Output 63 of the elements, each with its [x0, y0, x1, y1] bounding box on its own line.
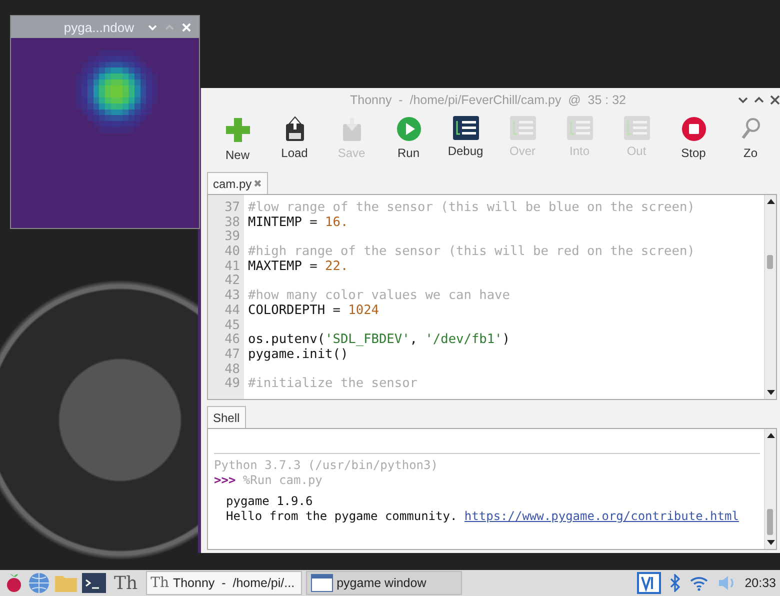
terminal-icon[interactable] — [82, 573, 106, 593]
banner-text: Python 3.7.3 (/usr/bin/python3) — [214, 458, 438, 472]
line-number: 41 — [224, 260, 241, 274]
line-number: 47 — [224, 348, 241, 363]
list-icon — [510, 116, 536, 140]
code-editor[interactable] — [207, 194, 777, 400]
stop-icon — [680, 116, 706, 142]
code-line: #high range of the sensor (this will be red on the screen) — [248, 245, 696, 260]
line-number: 40 — [224, 245, 241, 260]
thonny-launcher[interactable]: Th — [110, 572, 142, 594]
debug-button[interactable]: Debug — [437, 112, 494, 158]
new-button[interactable]: New — [209, 112, 266, 162]
line-number: 48 — [224, 362, 241, 378]
code-line: #low range of the sensor (this will be blue on the screen) — [248, 201, 696, 216]
load-button[interactable]: Load — [266, 112, 323, 160]
shell-output: pygame 1.9.6 — [226, 494, 313, 508]
list-icon — [624, 116, 650, 140]
raspberry-icon[interactable] — [4, 572, 24, 594]
wifi-icon[interactable] — [688, 575, 709, 591]
line-number: 49 — [224, 377, 241, 392]
line-number: 42 — [224, 274, 241, 290]
code-line: MAXTEMP = 22. — [248, 260, 350, 274]
shell-tab[interactable]: Shell — [207, 406, 246, 428]
bluetooth-icon[interactable] — [668, 574, 681, 592]
line-number: 44 — [224, 304, 241, 318]
stop-button[interactable]: Stop — [665, 112, 722, 160]
scrollbar[interactable] — [764, 429, 776, 549]
list-icon — [566, 116, 592, 140]
play-icon — [396, 116, 422, 142]
line-number: 39 — [224, 230, 241, 246]
shell-command: %Run cam.py — [242, 473, 322, 487]
shell-prompt: >>> — [214, 473, 236, 487]
globe-icon[interactable] — [28, 572, 50, 594]
magnifier-icon — [740, 116, 760, 142]
line-number: 38 — [224, 216, 241, 230]
vnc-icon[interactable] — [636, 572, 661, 594]
floppy-disk-icon — [284, 116, 306, 142]
line-number: 43 — [224, 289, 241, 304]
clock: 20:33 — [744, 576, 776, 590]
line-number: 37 — [224, 201, 241, 216]
code-line: os.putenv('SDL_FBDEV', '/dev/fb1') — [248, 333, 511, 348]
code-line: COLORDEPTH = 1024 — [248, 304, 380, 318]
url-link[interactable]: https://www.pygame.org/contribute.html — [464, 509, 739, 523]
window-title: pyga...ndow — [64, 20, 134, 34]
list-icon — [452, 116, 478, 140]
window-title: Thonny - /home/pi/FeverChill/cam.py @ 35 : 32 — [349, 93, 627, 107]
line-number: 46 — [224, 333, 241, 348]
shell-output: Hello from the pygame community. — [226, 509, 458, 523]
zoom-button[interactable]: Zo — [722, 112, 779, 160]
taskbar-task[interactable]: Th Thonny - /home/pi/... — [146, 571, 302, 595]
plus-icon — [224, 116, 252, 144]
window-icon — [310, 574, 333, 592]
line-number: 45 — [224, 318, 241, 334]
code-line: #how many color values we can have — [248, 289, 511, 304]
code-line: MINTEMP = 16. — [248, 216, 350, 230]
shell-panel[interactable]: Python 3.7.3 (/usr/bin/python3) >>> %Run cam.py pygame 1.9.6 Hello from the pygame community. https://www.pygame.org/contribute.html — [207, 428, 777, 550]
scrollbar[interactable] — [764, 195, 776, 399]
code-line: pygame.init() — [248, 348, 350, 363]
code-line: #initialize the sensor — [248, 377, 418, 392]
floppy-disk-icon — [340, 116, 362, 142]
editor-tab[interactable]: cam.py ✖ — [207, 172, 268, 194]
taskbar-task[interactable]: pygame window — [306, 571, 462, 595]
run-button[interactable]: Run — [380, 112, 437, 160]
